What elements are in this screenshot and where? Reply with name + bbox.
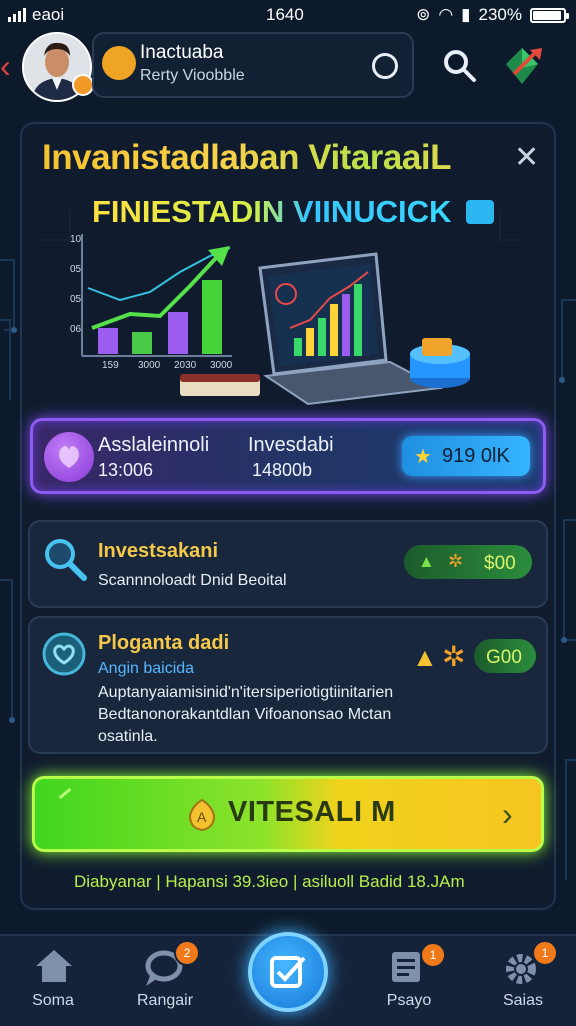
signal-icon <box>8 8 26 22</box>
nav-home-label: Soma <box>32 992 74 1009</box>
mini-chart-x-tick: 3000 <box>210 360 233 371</box>
subtitle-badge-icon <box>466 200 494 224</box>
guild-emblem-icon <box>102 46 136 80</box>
back-chevron-icon[interactable]: ‹ <box>0 48 11 85</box>
stat-b-label: Invesdabi <box>248 434 334 456</box>
clock: 1640 <box>266 5 304 24</box>
stat-b-value: 14800b <box>252 460 313 480</box>
banner-title: Invanistadlaban VitaraaiL <box>42 138 512 178</box>
mini-chart-x-tick: 2030 <box>174 360 197 371</box>
nav-settings-badge: 1 <box>532 940 558 966</box>
nav-settings[interactable]: 1 Saias <box>478 940 568 1024</box>
rose-icon <box>44 432 94 482</box>
profile-subtitle: Rerty Vioobble <box>140 67 245 84</box>
gear-icon: ✲ <box>442 641 466 672</box>
profile-name: Inactuaba <box>140 42 224 63</box>
card2-desc-line2: Bedtanonorakantdlan Vifoanonsao Mctan <box>98 706 392 723</box>
stat-a-value: 13:006 <box>98 460 154 480</box>
stat-a-label: Asslaleinnoli <box>98 434 210 456</box>
heart-badge-icon <box>42 632 86 676</box>
nav-ranking-badge: 2 <box>174 940 200 966</box>
cta-label: VITESALI M <box>228 796 396 828</box>
top-header: ‹ Inactuaba Rerty Vioobble <box>0 30 576 102</box>
finance-illustration: 10 05 05 06 159 3000 2030 3000 <box>70 234 470 406</box>
thumb-up-icon: ▲ <box>418 552 435 571</box>
card1-title: Investsakani <box>98 540 219 562</box>
mini-chart-x-tick: 3000 <box>138 360 161 371</box>
status-bar: eaoi 1640 ⊚ ◠ ▮ 230% <box>0 0 576 30</box>
card2-desc-line1: Auptanyaiamisinid'n'itersiperiotigtiinit… <box>98 684 394 701</box>
mini-bar <box>168 312 188 354</box>
card1-reward-pill[interactable]: ▲ ✲ $00 <box>404 545 532 579</box>
nav-profile-badge: 1 <box>420 942 446 968</box>
card1-reward: $00 <box>484 553 516 574</box>
mini-chart-y-tick: 06 <box>70 324 82 335</box>
star-icon: ★ <box>414 446 432 468</box>
nav-home[interactable]: Soma <box>8 940 98 1024</box>
nav-ranking[interactable]: 2 Rangair <box>120 940 210 1024</box>
nav-profile[interactable]: 1 Psayo <box>364 940 454 1024</box>
nav-profile-label: Psayo <box>386 992 432 1009</box>
carrier-text: eaoi <box>32 5 65 24</box>
mini-bar <box>202 280 222 354</box>
magnifier-icon <box>45 539 87 581</box>
cell-signal-icon: ▮ <box>461 5 471 24</box>
card1-subtitle: Scannnoloadt Dnid Beoital <box>98 572 287 589</box>
mini-bar <box>98 328 118 354</box>
card2-reward-pill[interactable]: G00 <box>474 639 536 673</box>
center-task-button[interactable] <box>248 932 328 1012</box>
growth-gem-icon[interactable] <box>500 42 548 88</box>
thumb-up-icon: ▲ <box>412 642 438 672</box>
coin-pouch-icon: A <box>188 798 216 832</box>
gear-icon: ✲ <box>448 551 464 571</box>
card2-desc-line3: osatinla. <box>98 728 158 745</box>
card2-title: Ploganta dadi <box>98 632 230 654</box>
footer-info: Diabyanar | Hapansi 39.3ieo | asiluoll B… <box>74 872 465 891</box>
mini-bar <box>132 332 152 354</box>
chevron-right-icon: › <box>502 796 513 832</box>
svg-text:A: A <box>197 809 207 825</box>
battery-percent: 230% <box>478 5 522 24</box>
nav-ranking-label: Rangair <box>136 992 194 1009</box>
mini-chart-y-tick: 05 <box>70 264 82 275</box>
battery-icon <box>530 7 569 23</box>
coin-balance-pill[interactable]: ★ 919 0lK <box>402 436 530 476</box>
card2-reward: G00 <box>486 647 522 668</box>
mini-chart-y-tick: 05 <box>70 294 82 305</box>
close-icon[interactable]: ✕ <box>514 140 539 175</box>
checklist-icon <box>270 956 306 988</box>
profile-pill[interactable]: Inactuaba Rerty Vioobble <box>92 32 414 98</box>
ring-icon[interactable] <box>372 53 398 79</box>
banner-subtitle: FINIESTADIN VIINUCICK <box>92 194 452 229</box>
mini-chart-y-tick: 10 <box>70 234 82 245</box>
nav-settings-label: Saias <box>502 992 544 1009</box>
alarm-icon: ⊚ <box>416 5 431 24</box>
card2-subtitle: Angin baicida <box>98 660 195 677</box>
avatar-level-badge <box>72 74 94 96</box>
mini-chart-x-tick: 159 <box>102 360 119 371</box>
wifi-icon: ◠ <box>438 5 454 24</box>
home-icon <box>36 950 72 982</box>
search-icon[interactable] <box>440 46 480 86</box>
coin-balance: 919 0lK <box>442 445 510 467</box>
